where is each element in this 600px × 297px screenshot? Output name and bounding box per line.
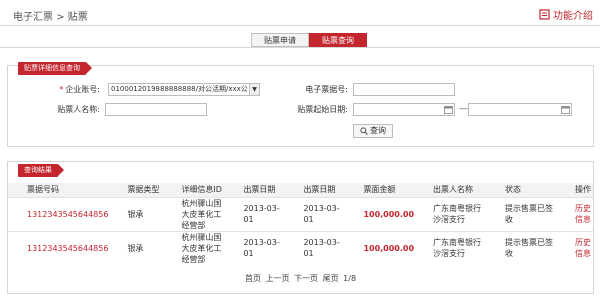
history-link[interactable]: 历史信息 bbox=[556, 230, 593, 265]
breadcrumb-parent[interactable]: 电子汇票 bbox=[13, 12, 53, 23]
result-table: 票据号码 票据类型 详细信息ID 出票日期 出票日期 票面金额 出票人名称 状态… bbox=[8, 183, 593, 265]
col-status: 状态 bbox=[486, 183, 557, 197]
history-link[interactable]: 历史信息 bbox=[556, 196, 593, 231]
date-end-input[interactable] bbox=[468, 103, 572, 116]
bill-no-cell[interactable]: 1312343545644856 bbox=[8, 230, 109, 265]
col-type: 票据类型 bbox=[108, 183, 163, 197]
query-button-label: 查询 bbox=[370, 126, 386, 135]
col-bill-no: 票据号码 bbox=[8, 183, 109, 197]
account-label: * 企业账号: bbox=[28, 84, 100, 95]
breadcrumb: 电子汇票 > 贴票 bbox=[13, 8, 88, 23]
col-amount: 票面金额 bbox=[344, 183, 415, 197]
table-header-row: 票据号码 票据类型 详细信息ID 出票日期 出票日期 票面金额 出票人名称 状态… bbox=[8, 183, 593, 197]
breadcrumb-current: 贴票 bbox=[67, 12, 88, 23]
drawer-cell: 广东南粤银行沙滘支行 bbox=[414, 230, 487, 265]
pagination: 首页 上一页 下一页 尾页 1/8 bbox=[8, 273, 593, 284]
bill-no-label: 电子票据号: bbox=[305, 85, 348, 94]
tab-apply[interactable]: 贴票申请 bbox=[251, 33, 309, 47]
pager-last[interactable]: 尾页 bbox=[323, 274, 339, 283]
table-row: 1312343545644856 银承 杭州骤山国大皮革化工经营部 2013-0… bbox=[8, 230, 593, 265]
pager-next[interactable]: 下一页 bbox=[294, 274, 318, 283]
payee-input[interactable] bbox=[105, 103, 207, 116]
account-label-text: 企业账号: bbox=[65, 85, 100, 94]
function-intro-label: 功能介绍 bbox=[553, 11, 593, 22]
col-issue-date: 出票日期 bbox=[224, 183, 285, 197]
detail-cell: 杭州骤山国大皮革化工经营部 bbox=[162, 196, 225, 231]
drawer-cell: 广东南粤银行沙滘支行 bbox=[414, 196, 487, 231]
account-select-value: 0100012019888888888/对公活期/xxx公 bbox=[111, 85, 248, 93]
table-row: 1312343545644856 银承 杭州骤山国大皮革化工经营部 2013-0… bbox=[8, 196, 593, 231]
col-due-date: 出票日期 bbox=[284, 183, 345, 197]
result-panel-title: 查询结果 bbox=[18, 164, 64, 177]
col-drawer: 出票人名称 bbox=[414, 183, 487, 197]
function-intro-link[interactable]: 功能介绍 bbox=[539, 7, 593, 22]
issue-date-cell: 2013-03-01 bbox=[224, 196, 285, 231]
account-select[interactable]: 0100012019888888888/对公活期/xxx公 ▼ bbox=[108, 83, 260, 96]
result-panel: 查询结果 票据号码 票据类型 详细信息ID 出票日期 出票日期 票面金额 出票人… bbox=[7, 161, 594, 294]
bill-no-cell[interactable]: 1312343545644856 bbox=[8, 196, 109, 231]
amount-cell: 100,000.00 bbox=[344, 196, 415, 231]
search-icon bbox=[360, 127, 368, 135]
tab-divider bbox=[0, 47, 600, 48]
due-date-cell: 2013-03-01 bbox=[284, 196, 345, 231]
query-panel-title: 贴票详细信息查询 bbox=[18, 62, 92, 75]
date-start-input[interactable] bbox=[353, 103, 455, 116]
type-cell: 银承 bbox=[108, 230, 163, 265]
chevron-down-icon[interactable]: ▼ bbox=[249, 84, 259, 95]
amount-cell: 100,000.00 bbox=[344, 230, 415, 265]
query-panel: 贴票详细信息查询 * 企业账号: 0100012019888888888/对公活期… bbox=[7, 62, 594, 147]
breadcrumb-separator: > bbox=[56, 12, 65, 23]
status-cell: 提示售票已签收 bbox=[486, 230, 557, 265]
col-detail: 详细信息ID bbox=[162, 183, 225, 197]
col-action: 操作 bbox=[556, 183, 593, 197]
status-cell: 提示售票已签收 bbox=[486, 196, 557, 231]
calendar-icon[interactable] bbox=[444, 105, 453, 114]
tab-query[interactable]: 贴票查询 bbox=[309, 33, 367, 47]
bill-no-input[interactable] bbox=[353, 83, 455, 96]
date-separator: — bbox=[459, 104, 468, 114]
book-icon bbox=[539, 9, 550, 20]
pager-page: 1/8 bbox=[343, 274, 357, 283]
detail-cell: 杭州骤山国大皮革化工经营部 bbox=[162, 230, 225, 265]
required-mark: * bbox=[59, 85, 64, 94]
pager-prev[interactable]: 上一页 bbox=[266, 274, 290, 283]
tab-bar: 贴票申请 贴票查询 bbox=[251, 33, 367, 47]
date-label: 贴票起始日期: bbox=[297, 105, 348, 114]
payee-label: 贴票人名称: bbox=[57, 105, 100, 114]
issue-date-cell: 2013-03-01 bbox=[224, 230, 285, 265]
top-bar: 电子汇票 > 贴票 功能介绍 bbox=[0, 0, 600, 26]
query-button[interactable]: 查询 bbox=[353, 124, 393, 138]
type-cell: 银承 bbox=[108, 196, 163, 231]
calendar-icon[interactable] bbox=[561, 105, 570, 114]
pager-first[interactable]: 首页 bbox=[245, 274, 261, 283]
due-date-cell: 2013-03-01 bbox=[284, 230, 345, 265]
